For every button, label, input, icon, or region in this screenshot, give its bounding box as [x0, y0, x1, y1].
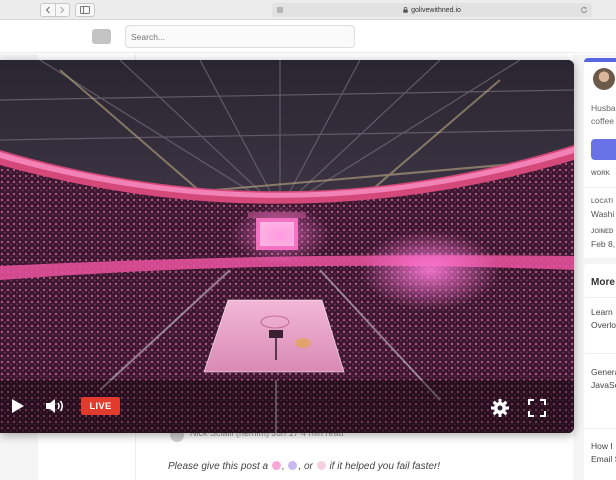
- unicorn-icon: [288, 461, 298, 470]
- avatar[interactable]: [593, 68, 615, 90]
- location-label: LOCATI: [591, 199, 613, 205]
- reaction-prompt: Please give this post a , , or if it hel…: [168, 461, 441, 472]
- browser-toolbar: golivewithned.io: [0, 0, 616, 20]
- divider: [584, 297, 616, 298]
- more-from-heading: More: [591, 277, 615, 288]
- site-header: [0, 21, 616, 53]
- arena-video-frame: [0, 60, 574, 433]
- chevron-right-icon: [60, 6, 65, 14]
- nav-buttons: [40, 3, 70, 17]
- fullscreen-icon[interactable]: [528, 399, 546, 417]
- reload-icon[interactable]: [580, 6, 588, 14]
- volume-icon[interactable]: [45, 397, 65, 415]
- item-title-line: Email S: [591, 454, 616, 464]
- play-icon[interactable]: [10, 398, 26, 414]
- reader-mode-icon[interactable]: [276, 6, 284, 14]
- item-title-line: How I: [591, 441, 613, 451]
- cta-before: Please give this post a: [168, 461, 269, 472]
- bio-line: coffee: [591, 116, 615, 126]
- bookmark-icon: [316, 461, 326, 470]
- item-title-line: Genera: [591, 367, 616, 377]
- author-bio: Husba coffee: [591, 102, 616, 128]
- sidebar-toggle-button[interactable]: [75, 3, 95, 17]
- live-badge: LIVE: [81, 397, 120, 415]
- item-title-line: Overlo: [591, 320, 616, 330]
- lock-icon: [403, 7, 408, 13]
- search-input[interactable]: [125, 25, 355, 48]
- address-bar[interactable]: golivewithned.io: [272, 3, 592, 17]
- back-button[interactable]: [41, 4, 55, 16]
- item-title-line: JavaSc: [591, 380, 616, 390]
- joined-label: JOINED: [591, 229, 614, 235]
- bio-line: Husba: [591, 103, 616, 113]
- more-from-item[interactable]: Learn Overlo: [591, 306, 616, 332]
- more-from-item[interactable]: How I Email S: [591, 440, 616, 466]
- cta-or: or: [303, 461, 313, 472]
- chevron-left-icon: [45, 6, 50, 14]
- item-title-line: Learn: [591, 307, 613, 317]
- divider: [584, 428, 616, 429]
- site-logo[interactable]: [92, 29, 111, 44]
- gear-icon[interactable]: [490, 398, 510, 418]
- sidebar-icon: [80, 6, 90, 14]
- url-text: golivewithned.io: [411, 6, 461, 14]
- divider: [584, 353, 616, 354]
- divider: [584, 187, 616, 188]
- location-value: Washi: [591, 209, 615, 219]
- work-label: WORK: [591, 171, 610, 177]
- cta-after: if it helped you fail faster!: [329, 461, 441, 472]
- heart-icon: [271, 461, 281, 470]
- more-from-item[interactable]: Genera JavaSc: [591, 366, 616, 392]
- forward-button[interactable]: [54, 4, 70, 16]
- video-player[interactable]: LIVE: [0, 60, 574, 433]
- follow-button[interactable]: [591, 139, 616, 160]
- joined-value: Feb 8,: [591, 239, 616, 249]
